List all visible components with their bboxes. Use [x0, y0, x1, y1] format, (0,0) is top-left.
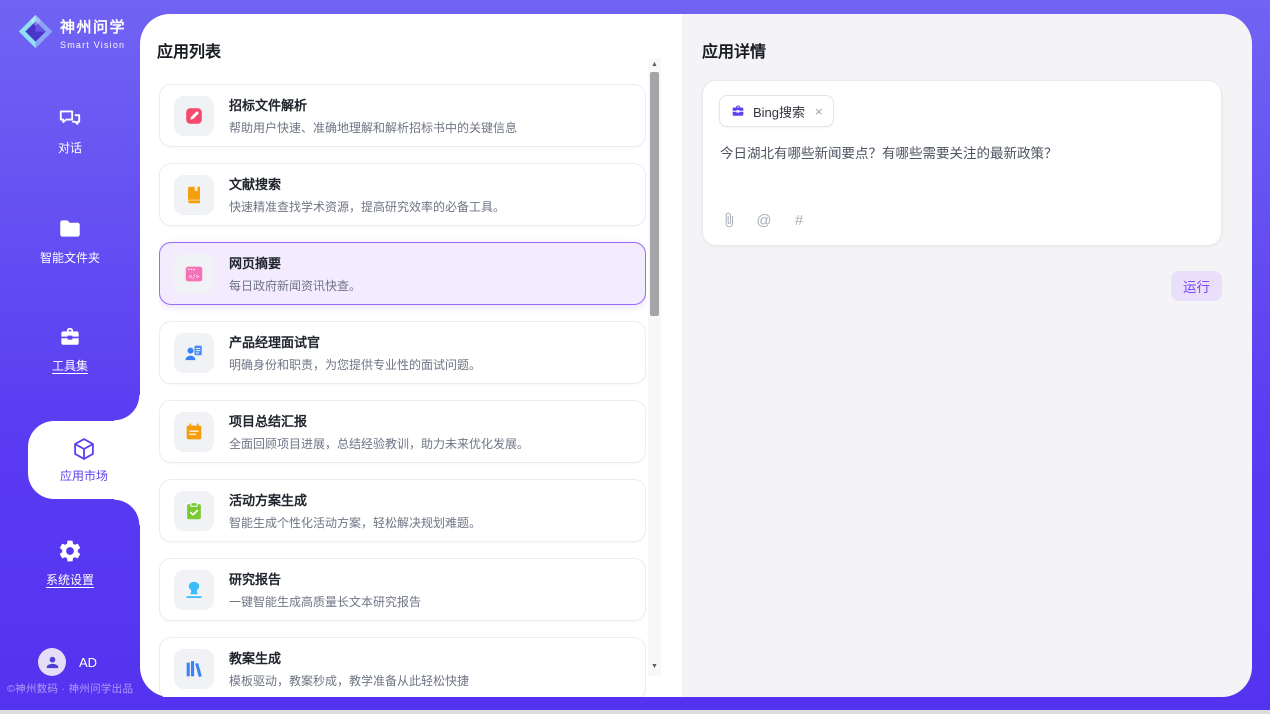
- app-card-title: 活动方案生成: [229, 490, 481, 509]
- active-tab-fillet-top: [114, 395, 140, 421]
- scroll-down-arrow-icon[interactable]: ▼: [648, 662, 661, 672]
- app-card-8[interactable]: 教案生成模板驱动，教案秒成，教学准备从此轻松快捷: [159, 637, 646, 697]
- run-button[interactable]: 运行: [1171, 271, 1222, 301]
- sidebar-item-label: 对话: [58, 139, 82, 156]
- app-card-description: 明确身份和职责，为您提供专业性的面试问题。: [229, 356, 481, 373]
- avatar[interactable]: [38, 648, 66, 676]
- books-icon: [174, 649, 214, 689]
- brand-logo-icon: [17, 13, 54, 50]
- app-card-2[interactable]: 文献搜索快速精准查找学术资源，提高研究效率的必备工具。: [159, 163, 646, 226]
- app-card-5[interactable]: 项目总结汇报全面回顾项目进展，总结经验教训，助力未来优化发展。: [159, 400, 646, 463]
- user-initials: AD: [79, 655, 97, 670]
- scrollbar-thumb[interactable]: [650, 72, 659, 316]
- sidebar-item-settings[interactable]: 系统设置: [0, 538, 140, 588]
- folder-icon: [57, 216, 83, 242]
- app-card-text: 项目总结汇报全面回顾项目进展，总结经验教训，助力未来优化发展。: [229, 411, 529, 452]
- app-card-title: 项目总结汇报: [229, 411, 529, 430]
- app-card-description: 全面回顾项目进展，总结经验教训，助力未来优化发展。: [229, 435, 529, 452]
- app-card-text: 文献搜索快速精准查找学术资源，提高研究效率的必备工具。: [229, 174, 505, 215]
- cube-icon: [71, 436, 97, 462]
- briefcase-icon: [730, 103, 746, 119]
- sidebar-item-chat[interactable]: 对话: [0, 106, 140, 156]
- brand-name: 神州问学: [60, 16, 126, 37]
- app-card-text: 网页摘要每日政府新闻资讯快查。: [229, 253, 361, 294]
- app-card-description: 模板驱动，教案秒成，教学准备从此轻松快捷: [229, 672, 469, 689]
- composer-card: Bing搜索 × 今日湖北有哪些新闻要点？有哪些需要关注的最新政策？ @#: [702, 80, 1222, 246]
- app-card-3[interactable]: </> 网页摘要每日政府新闻资讯快查。: [159, 242, 646, 305]
- copyright-text: ©神州数码 · 神州问学出品: [7, 681, 139, 696]
- app-card-title: 招标文件解析: [229, 95, 517, 114]
- calendar-note-icon: [174, 412, 214, 452]
- toolbox-icon: [57, 324, 83, 350]
- sidebar-item-label: 智能文件夹: [40, 249, 100, 266]
- app-card-text: 产品经理面试官明确身份和职责，为您提供专业性的面试问题。: [229, 332, 481, 373]
- sidebar-item-toolset[interactable]: 工具集: [0, 324, 140, 374]
- sidebar-item-label: 系统设置: [46, 571, 94, 588]
- book-icon: [174, 175, 214, 215]
- scroll-up-arrow-icon[interactable]: ▲: [648, 60, 661, 70]
- app-card-1[interactable]: 招标文件解析帮助用户快速、准确地理解和解析招标书中的关键信息: [159, 84, 646, 147]
- app-card-title: 教案生成: [229, 648, 469, 667]
- app-card-description: 每日政府新闻资讯快查。: [229, 277, 361, 294]
- content-area: 应用列表 招标文件解析帮助用户快速、准确地理解和解析招标书中的关键信息文献搜索快…: [140, 14, 1252, 697]
- app-card-description: 帮助用户快速、准确地理解和解析招标书中的关键信息: [229, 119, 517, 136]
- sidebar-item-label: 工具集: [52, 357, 88, 374]
- chat-icon: [57, 106, 83, 132]
- app-card-title: 文献搜索: [229, 174, 505, 193]
- query-text[interactable]: 今日湖北有哪些新闻要点？有哪些需要关注的最新政策？: [720, 144, 1205, 164]
- app-detail-title: 应用详情: [702, 38, 766, 62]
- app-card-description: 一键智能生成高质量长文本研究报告: [229, 593, 421, 610]
- app-card-list: 招标文件解析帮助用户快速、准确地理解和解析招标书中的关键信息文献搜索快速精准查找…: [159, 84, 646, 697]
- app-card-description: 智能生成个性化活动方案，轻松解决规划难题。: [229, 514, 481, 531]
- person-icon: [44, 654, 61, 671]
- pen-edit-icon: [174, 96, 214, 136]
- app-card-description: 快速精准查找学术资源，提高研究效率的必备工具。: [229, 198, 505, 215]
- app-card-6[interactable]: 活动方案生成智能生成个性化活动方案，轻松解决规划难题。: [159, 479, 646, 542]
- app-card-text: 招标文件解析帮助用户快速、准确地理解和解析招标书中的关键信息: [229, 95, 517, 136]
- browser-code-icon: </>: [174, 254, 214, 294]
- app-card-title: 网页摘要: [229, 253, 361, 272]
- app-list-title: 应用列表: [157, 38, 221, 62]
- app-card-text: 活动方案生成智能生成个性化活动方案，轻松解决规划难题。: [229, 490, 481, 531]
- brand-tagline: Smart Vision: [60, 40, 126, 50]
- app-card-4[interactable]: 产品经理面试官明确身份和职责，为您提供专业性的面试问题。: [159, 321, 646, 384]
- research-icon: [174, 570, 214, 610]
- app-detail-panel: 应用详情 Bing搜索 × 今日湖北有哪些新闻要点？有哪些需要关注的最新政策？ …: [682, 14, 1252, 697]
- sidebar: 神州问学 Smart Vision 对话智能文件夹工具集应用市场系统设置 AD …: [0, 0, 140, 710]
- active-tab-fillet-bottom: [114, 499, 140, 525]
- app-list-panel: 应用列表 招标文件解析帮助用户快速、准确地理解和解析招标书中的关键信息文献搜索快…: [140, 14, 682, 697]
- app-card-text: 教案生成模板驱动，教案秒成，教学准备从此轻松快捷: [229, 648, 469, 689]
- user-row[interactable]: AD: [38, 648, 97, 676]
- brand: 神州问学 Smart Vision: [17, 13, 126, 50]
- app-card-7[interactable]: 研究报告一键智能生成高质量长文本研究报告: [159, 558, 646, 621]
- svg-text:</>: </>: [189, 273, 200, 280]
- scrollbar[interactable]: ▲ ▼: [648, 58, 661, 676]
- composer-toolbar: @#: [720, 211, 808, 229]
- hash-icon[interactable]: #: [790, 211, 808, 229]
- tool-chip-label: Bing搜索: [753, 102, 805, 121]
- chip-close-icon[interactable]: ×: [815, 104, 823, 119]
- sidebar-item-smart-folder[interactable]: 智能文件夹: [0, 216, 140, 266]
- interviewer-icon: [174, 333, 214, 373]
- mention-icon[interactable]: @: [755, 211, 773, 229]
- app-card-title: 研究报告: [229, 569, 421, 588]
- tool-chip[interactable]: Bing搜索 ×: [719, 95, 834, 127]
- sidebar-item-app-market[interactable]: 应用市场: [28, 421, 140, 499]
- gear-icon: [57, 538, 83, 564]
- app-card-title: 产品经理面试官: [229, 332, 481, 351]
- clipboard-check-icon: [174, 491, 214, 531]
- app-card-text: 研究报告一键智能生成高质量长文本研究报告: [229, 569, 421, 610]
- attachment-icon[interactable]: [720, 211, 738, 229]
- sidebar-item-label: 应用市场: [60, 467, 108, 484]
